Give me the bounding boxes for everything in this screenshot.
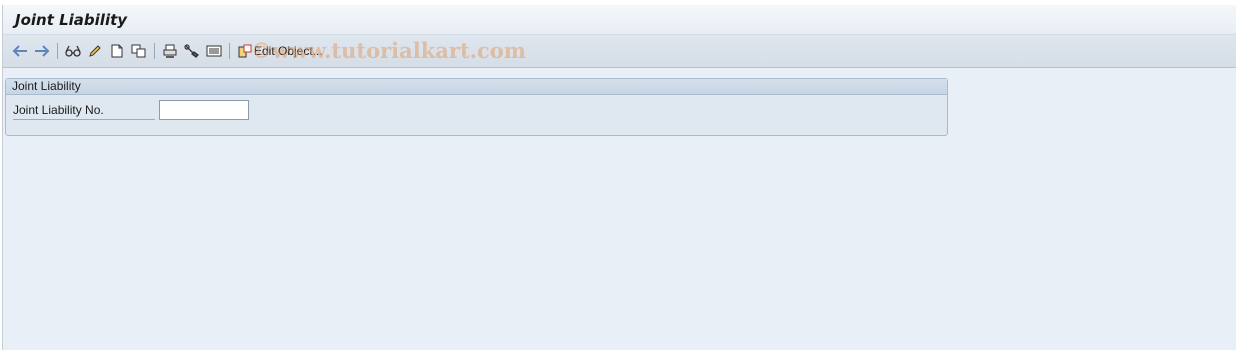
title-bar: Joint Liability	[3, 5, 1236, 35]
copy-icon	[131, 44, 146, 58]
sap-window: Joint Liability Edit Object... ©www.tuto…	[2, 5, 1236, 350]
list-button[interactable]	[203, 40, 225, 62]
joint-liability-group: Joint Liability Joint Liability No.	[5, 78, 948, 136]
application-toolbar: Edit Object... ©www.tutorialkart.com	[3, 35, 1236, 68]
forward-button[interactable]	[31, 40, 53, 62]
display-glasses-icon	[65, 45, 81, 57]
forward-arrow-icon	[35, 45, 50, 57]
joint-liability-no-label: Joint Liability No.	[13, 102, 155, 120]
print-button[interactable]	[159, 40, 181, 62]
group-title: Joint Liability	[6, 79, 947, 95]
list-icon	[206, 45, 222, 57]
edit-object-button[interactable]: Edit Object...	[236, 40, 325, 62]
new-document-icon	[111, 44, 123, 58]
back-arrow-icon	[12, 45, 27, 57]
joint-liability-no-input[interactable]	[159, 100, 249, 120]
toolbar-separator	[57, 43, 58, 59]
display-button[interactable]	[62, 40, 84, 62]
toolbar-separator	[229, 43, 230, 59]
tools-icon	[184, 44, 199, 58]
tools-button[interactable]	[181, 40, 203, 62]
page-title: Joint Liability	[15, 10, 128, 29]
copy-button[interactable]	[128, 40, 150, 62]
edit-object-label: Edit Object...	[254, 44, 323, 58]
toolbar-separator	[154, 43, 155, 59]
back-button[interactable]	[9, 40, 31, 62]
edit-object-icon	[238, 44, 252, 58]
pencil-icon	[89, 45, 101, 57]
print-icon	[163, 44, 177, 58]
change-button[interactable]	[84, 40, 106, 62]
create-button[interactable]	[106, 40, 128, 62]
field-row-joint-liability-no: Joint Liability No.	[6, 99, 947, 123]
